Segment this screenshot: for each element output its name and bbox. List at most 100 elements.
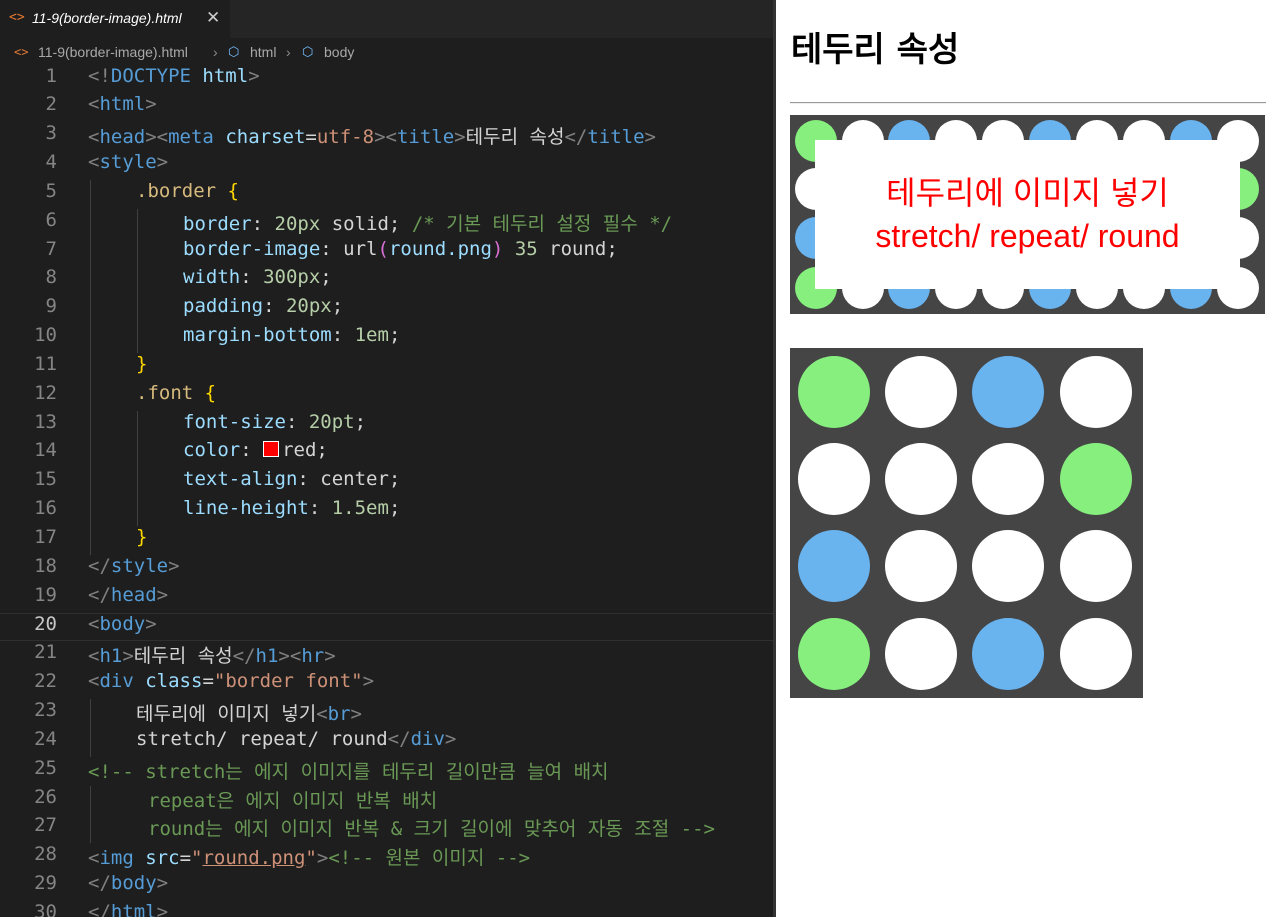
line-number: 29: [34, 872, 57, 895]
breadcrumb-body[interactable]: body: [324, 44, 354, 60]
box-text-line: 테두리에 이미지 넣기: [886, 175, 1169, 211]
line-number: 1: [45, 64, 57, 87]
code-line: 22 <div class="border font">: [0, 670, 773, 699]
tab-editor-file[interactable]: <> 11-9(border-image).html ✕: [0, 0, 230, 38]
line-number: 20: [34, 612, 57, 635]
color-swatch[interactable]: [263, 441, 280, 458]
code-line: 23 테두리에 이미지 넣기<br>: [0, 699, 773, 728]
line-number: 26: [34, 785, 57, 808]
border-image-box: 테두리에 이미지 넣기 stretch/ repeat/ round: [790, 115, 1265, 314]
line-number: 19: [34, 583, 57, 606]
tab-label: 11-9(border-image).html: [32, 10, 182, 26]
image-circle: [885, 356, 957, 428]
image-circle: [972, 443, 1044, 515]
code-line: 24 stretch/ repeat/ round</div>: [0, 727, 773, 757]
code-line: 14 color: red;: [0, 439, 773, 469]
code-line: 18 </style>: [0, 555, 773, 584]
image-circle: [885, 618, 957, 690]
image-circle: [1060, 443, 1132, 515]
original-image-round-png: [790, 348, 1143, 698]
chevron-right-icon: ›: [286, 44, 291, 60]
element-cube-icon: ⬡: [302, 44, 314, 59]
line-number: 13: [34, 410, 57, 433]
code-line: 2 <html>: [0, 93, 773, 122]
line-number: 3: [45, 122, 57, 145]
chevron-right-icon: ›: [213, 44, 218, 60]
line-number: 11: [34, 352, 57, 375]
image-link[interactable]: round.png: [202, 847, 305, 869]
code-line: 16 line-height: 1.5em;: [0, 497, 773, 526]
line-number: 22: [34, 670, 57, 693]
browser-preview: 테두리 속성 테두리에 이미지 넣기 stretch/ repeat/ roun…: [773, 0, 1274, 917]
line-number: 18: [34, 554, 57, 577]
code-line: 4 <style>: [0, 151, 773, 180]
code-editor[interactable]: <> 11-9(border-image).html ✕ <> 11-9(bor…: [0, 0, 773, 917]
line-number: 12: [34, 381, 57, 404]
line-number: 30: [34, 900, 57, 917]
line-number: 15: [34, 468, 57, 491]
line-number: 8: [45, 266, 57, 289]
image-circle: [885, 443, 957, 515]
page-title: 테두리 속성: [791, 30, 960, 70]
line-number: 27: [34, 814, 57, 837]
code-line: 5 .border {: [0, 179, 773, 209]
image-circle: [972, 618, 1044, 690]
line-number: 24: [34, 727, 57, 750]
line-number: 25: [34, 756, 57, 779]
code-line: 12 .font {: [0, 381, 773, 411]
code-line: 8 width: 300px;: [0, 266, 773, 296]
code-line: 15 text-align: center;: [0, 468, 773, 498]
breadcrumb-file[interactable]: 11-9(border-image).html: [38, 44, 188, 60]
code-line: 7 border-image: url(round.png) 35 round;: [0, 237, 773, 267]
code-line: 13 font-size: 20pt;: [0, 410, 773, 440]
code-line: 26 repeat은 에지 이미지 반복 배치: [0, 785, 773, 815]
breadcrumb: <> 11-9(border-image).html › ⬡ html › ⬡ …: [0, 38, 773, 66]
element-cube-icon: ⬡: [228, 44, 240, 59]
image-circle: [1060, 530, 1132, 602]
line-number: 6: [45, 208, 57, 231]
image-circle: [798, 530, 870, 602]
code-line: 10 margin-bottom: 1em;: [0, 324, 773, 353]
code-line: 30 </html>: [0, 901, 773, 917]
line-number: 23: [34, 699, 57, 722]
code-line: 17}: [0, 526, 773, 555]
image-circle: [798, 356, 870, 428]
line-number: 9: [45, 295, 57, 318]
line-number: 10: [34, 324, 57, 347]
code-line: 21 <h1>테두리 속성</h1><hr>: [0, 641, 773, 670]
tab-bar: <> 11-9(border-image).html ✕: [0, 0, 773, 38]
image-circle: [972, 530, 1044, 602]
image-circle: [798, 618, 870, 690]
breadcrumb-html[interactable]: html: [250, 44, 276, 60]
image-circle: [1060, 618, 1132, 690]
box-text-line: stretch/ repeat/ round: [875, 218, 1180, 254]
line-number: 16: [34, 497, 57, 520]
image-circle: [885, 530, 957, 602]
code-line: 29 </body>: [0, 872, 773, 901]
line-number: 5: [45, 179, 57, 202]
code-line: 3 <head><meta charset=utf-8><title>테두리 속성…: [0, 122, 773, 151]
image-circle: [1060, 356, 1132, 428]
image-circle: [972, 356, 1044, 428]
code-line: 25 <!-- stretch는 에지 이미지를 테두리 길이만큼 늘여 배치: [0, 757, 773, 786]
code-line: 6 border: 20px solid; /* 기본 테두리 설정 필수 */: [0, 208, 773, 238]
line-number: 14: [34, 439, 57, 462]
code-line: 28 <img src="round.png"><!-- 원본 이미지 -->: [0, 843, 773, 872]
horizontal-rule: [790, 102, 1266, 104]
code-line: 1 <!DOCTYPE html>: [0, 65, 773, 94]
line-number: 2: [45, 93, 57, 116]
code-line: 27 round는 에지 이미지 반복 & 크기 길이에 맞추어 자동 조절 --…: [0, 814, 773, 844]
code-lines[interactable]: 1 <!DOCTYPE html> 2 <html> 3 <head><meta ch…: [0, 65, 773, 917]
border-box-content: 테두리에 이미지 넣기 stretch/ repeat/ round: [815, 140, 1240, 289]
line-number: 28: [34, 843, 57, 866]
line-number: 21: [34, 641, 57, 664]
image-circle: [798, 443, 870, 515]
html-file-icon: <>: [9, 10, 25, 25]
code-line: 11}: [0, 352, 773, 382]
code-line-current[interactable]: 20 <body>: [0, 612, 773, 642]
code-line: 9 padding: 20px;: [0, 295, 773, 325]
line-number: 4: [45, 151, 57, 174]
code-line: 19 </head>: [0, 584, 773, 613]
close-icon[interactable]: ✕: [206, 8, 220, 28]
line-number: 7: [45, 237, 57, 260]
